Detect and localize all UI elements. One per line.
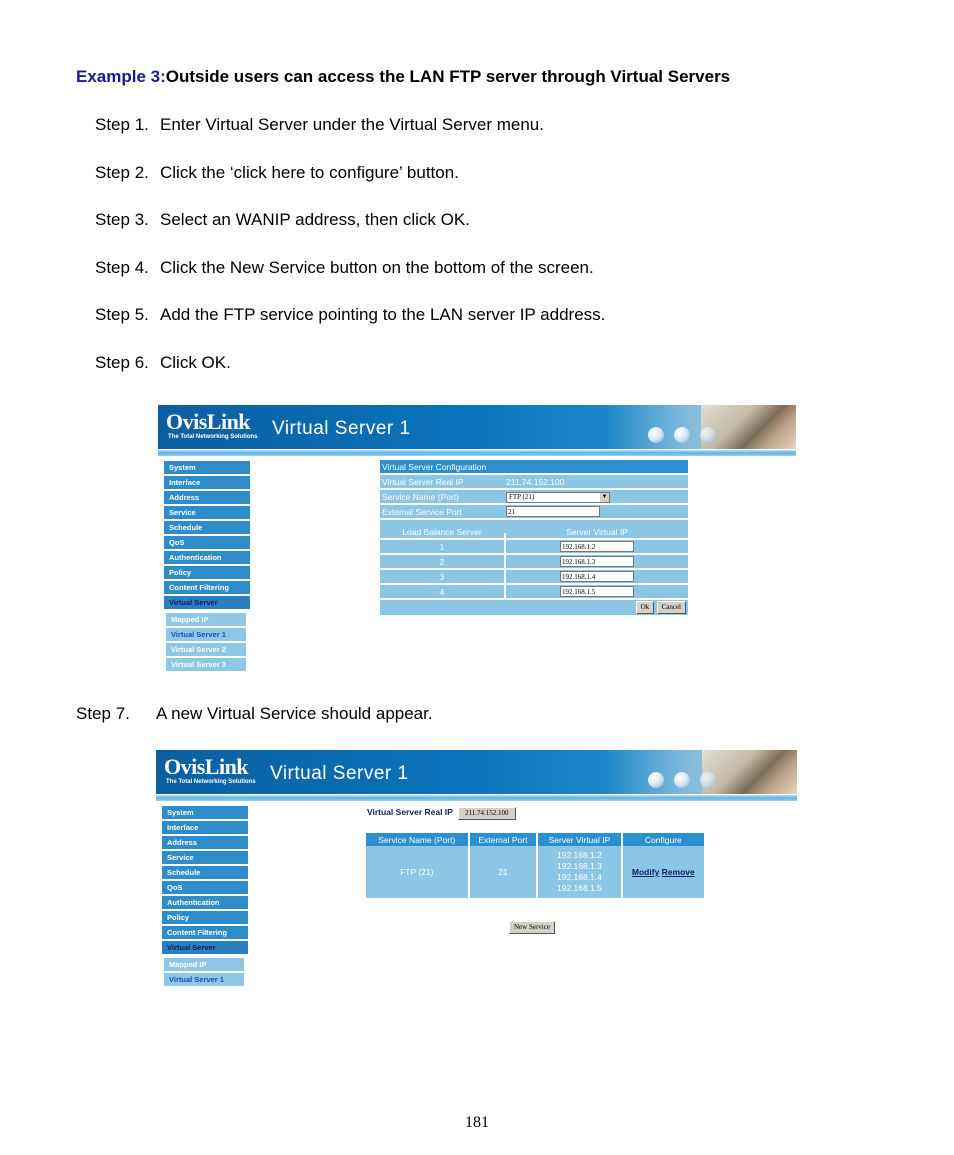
example-title: Outside users can access the LAN FTP ser… bbox=[165, 67, 731, 86]
globe-icon bbox=[700, 772, 716, 788]
menu-qos[interactable]: QoS bbox=[164, 536, 250, 549]
submenu-virtual-server-1[interactable]: Virtual Server 1 bbox=[166, 628, 246, 641]
modify-link[interactable]: Modify bbox=[632, 867, 659, 877]
real-ip-label: Virtual Server Real IP bbox=[367, 807, 453, 817]
banner: OvisLink The Total Networking Solutions … bbox=[156, 750, 797, 794]
menu-schedule[interactable]: Schedule bbox=[162, 866, 248, 879]
menu-content-filtering[interactable]: Content Filtering bbox=[164, 581, 250, 594]
lb-row: 3 bbox=[380, 570, 688, 583]
menu-policy[interactable]: Policy bbox=[162, 911, 248, 924]
sidebar-menu: System Interface Address Service Schedul… bbox=[162, 806, 248, 988]
menu-system[interactable]: System bbox=[162, 806, 248, 819]
menu-interface[interactable]: Interface bbox=[164, 476, 250, 489]
step-5: Step 5. Add the FTP service pointing to t… bbox=[95, 305, 606, 324]
banner: OvisLink The Total Networking Solutions … bbox=[158, 405, 796, 449]
step-3: Step 3. Select an WANIP address, then cli… bbox=[95, 210, 470, 229]
real-ip-button[interactable]: 211.74.152.100 bbox=[458, 807, 516, 820]
banner-photo bbox=[702, 750, 797, 794]
step-1: Step 1. Enter Virtual Server under the Vi… bbox=[95, 115, 544, 134]
sidebar-menu: System Interface Address Service Schedul… bbox=[164, 461, 250, 673]
page-number: 181 bbox=[465, 1114, 489, 1131]
col-configure: Configure bbox=[622, 833, 704, 846]
cell-service: FTP (21) bbox=[366, 846, 468, 898]
logo-tagline: The Total Networking Solutions bbox=[168, 434, 258, 440]
submenu-virtual-server-2[interactable]: Virtual Server 2 bbox=[166, 643, 246, 656]
lb-row: 4 bbox=[380, 585, 688, 598]
page-title: Virtual Server 1 bbox=[270, 763, 409, 784]
menu-schedule[interactable]: Schedule bbox=[164, 521, 250, 534]
step-2: Step 2. Click the ‘click here to configur… bbox=[95, 163, 459, 182]
example-label: Example 3: bbox=[76, 67, 166, 86]
step-4: Step 4. Click the New Service button on t… bbox=[95, 258, 594, 277]
col-server-vip: Server Virtual IP bbox=[538, 833, 621, 846]
menu-authentication[interactable]: Authentication bbox=[162, 896, 248, 909]
external-port-input[interactable] bbox=[506, 506, 600, 518]
lb-row: 1 bbox=[380, 540, 688, 553]
service-name-select[interactable]: FTP (21) ▼ bbox=[506, 491, 610, 503]
cell-server-ips: 192.168.1.2 192.168.1.3 192.168.1.4 192.… bbox=[538, 846, 621, 898]
menu-virtual-server[interactable]: Virtual Server bbox=[162, 941, 248, 954]
submenu-mapped-ip[interactable]: Mapped IP bbox=[164, 958, 244, 971]
ovislink-logo: OvisLink bbox=[164, 754, 249, 779]
service-name-label: Service Name (Port) bbox=[380, 490, 504, 503]
server-ip-input[interactable] bbox=[560, 556, 634, 568]
server-vip-header: Server Virtual IP bbox=[506, 525, 688, 538]
logo-tagline: The Total Networking Solutions bbox=[166, 779, 256, 785]
real-ip-row: Virtual Server Real IP 211.74.152.100 bbox=[367, 807, 516, 820]
menu-policy[interactable]: Policy bbox=[164, 566, 250, 579]
menu-service[interactable]: Service bbox=[162, 851, 248, 864]
new-service-button[interactable]: New Service bbox=[509, 921, 555, 934]
cell-configure: Modify Remove bbox=[622, 846, 704, 898]
table-row: FTP (21) 21 192.168.1.2 192.168.1.3 192.… bbox=[366, 846, 704, 898]
step-6: Step 6. Click OK. bbox=[95, 353, 231, 372]
globe-icon bbox=[648, 772, 664, 788]
submenu-mapped-ip[interactable]: Mapped IP bbox=[166, 613, 246, 626]
load-balance-table: Load Balance Server Server Virtual IP 1 … bbox=[378, 523, 690, 617]
screenshot-result: OvisLink The Total Networking Solutions … bbox=[156, 750, 798, 990]
menu-virtual-server[interactable]: Virtual Server bbox=[164, 596, 250, 609]
globe-icon bbox=[674, 427, 690, 443]
submenu-virtual-server-3[interactable]: Virtual Server 3 bbox=[166, 658, 246, 671]
lb-server-header: Load Balance Server bbox=[380, 525, 504, 538]
lb-row: 2 bbox=[380, 555, 688, 568]
menu-content-filtering[interactable]: Content Filtering bbox=[162, 926, 248, 939]
cell-ext-port: 21 bbox=[469, 846, 537, 898]
virtual-service-table: Service Name (Port) External Port Server… bbox=[364, 833, 706, 898]
menu-authentication[interactable]: Authentication bbox=[164, 551, 250, 564]
banner-underline bbox=[158, 450, 796, 456]
menu-qos[interactable]: QoS bbox=[162, 881, 248, 894]
cancel-button[interactable]: Cancel bbox=[656, 601, 686, 614]
col-external-port: External Port bbox=[469, 833, 537, 846]
page-title: Virtual Server 1 bbox=[272, 418, 411, 439]
real-ip-label: Virtual Server Real IP bbox=[380, 475, 504, 488]
menu-interface[interactable]: Interface bbox=[162, 821, 248, 834]
menu-system[interactable]: System bbox=[164, 461, 250, 474]
menu-service[interactable]: Service bbox=[164, 506, 250, 519]
banner-underline bbox=[156, 795, 797, 801]
globe-icon bbox=[648, 427, 664, 443]
real-ip-value: 211.74.152.100 bbox=[504, 475, 688, 488]
example-heading: Example 3:Outside users can access the L… bbox=[76, 67, 730, 87]
remove-link[interactable]: Remove bbox=[662, 867, 695, 877]
server-ip-input[interactable] bbox=[560, 571, 634, 583]
ovislink-logo: OvisLink bbox=[166, 409, 251, 434]
globe-icon bbox=[700, 427, 716, 443]
server-ip-input[interactable] bbox=[560, 586, 634, 598]
menu-address[interactable]: Address bbox=[164, 491, 250, 504]
external-port-label: External Service Port bbox=[380, 505, 504, 518]
globe-icon bbox=[674, 772, 690, 788]
banner-photo bbox=[701, 405, 796, 449]
col-service-name: Service Name (Port) bbox=[366, 833, 468, 846]
config-header: Virtual Server Configuration bbox=[380, 460, 688, 473]
dropdown-arrow-icon[interactable]: ▼ bbox=[600, 492, 609, 502]
screenshot-config: OvisLink The Total Networking Solutions … bbox=[158, 405, 798, 675]
menu-address[interactable]: Address bbox=[162, 836, 248, 849]
step-7: Step 7. A new Virtual Service should appe… bbox=[76, 704, 433, 723]
server-ip-input[interactable] bbox=[560, 541, 634, 553]
ok-button[interactable]: Ok bbox=[635, 601, 655, 614]
submenu-virtual-server-1[interactable]: Virtual Server 1 bbox=[164, 973, 244, 986]
